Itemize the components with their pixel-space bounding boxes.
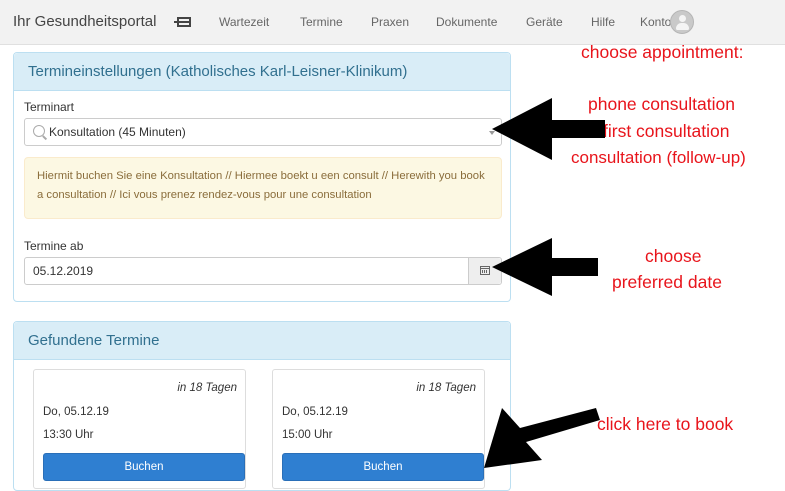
annotation-option-first: first consultation [603, 121, 730, 141]
appointment-time: 13:30 Uhr [43, 429, 94, 441]
settings-panel-title: Termineinstellungen (Katholisches Karl-L… [14, 53, 510, 91]
nav-item-hilfe[interactable]: Hilfe [591, 15, 615, 29]
date-from-value: 05.12.2019 [33, 264, 94, 278]
found-appointments-panel: Gefundene Termine in 18 Tagen Do, 05.12.… [13, 321, 511, 491]
appointment-date: Do, 05.12.19 [282, 406, 348, 418]
arrow-to-date-input [492, 238, 598, 296]
nav-item-geraete[interactable]: Geräte [526, 15, 563, 29]
menu-toggle-icon[interactable] [174, 17, 191, 27]
nav-item-praxen[interactable]: Praxen [371, 15, 409, 29]
nav-item-konto[interactable]: Konto [640, 15, 671, 29]
calendar-icon [480, 266, 490, 275]
search-icon [33, 125, 45, 137]
found-appointments-title: Gefundene Termine [14, 322, 510, 360]
annotation-choose: choose [645, 246, 702, 266]
settings-panel: Termineinstellungen (Katholisches Karl-L… [13, 52, 511, 302]
appointment-date: Do, 05.12.19 [43, 406, 109, 418]
annotation-preferred-date: preferred date [612, 272, 722, 292]
appointment-card: in 18 Tagen Do, 05.12.19 13:30 Uhr Buche… [33, 369, 246, 489]
user-avatar-icon[interactable] [670, 10, 694, 34]
nav-item-termine[interactable]: Termine [300, 15, 343, 29]
date-from-label: Termine ab [24, 239, 84, 253]
nav-item-wartezeit[interactable]: Wartezeit [219, 15, 269, 29]
nav-item-dokumente[interactable]: Dokumente [436, 15, 497, 29]
date-from-input[interactable]: 05.12.2019 [24, 257, 502, 285]
arrow-to-type-select [492, 98, 605, 160]
appointment-time: 15:00 Uhr [282, 429, 333, 441]
booking-notice: Hiermit buchen Sie eine Konsultation // … [24, 157, 502, 219]
annotation-option-phone: phone consultation [588, 94, 735, 114]
arrow-to-book-button [484, 408, 600, 468]
book-button[interactable]: Buchen [43, 453, 245, 481]
appointment-type-select[interactable]: Konsultation (45 Minuten) [24, 118, 502, 146]
appointment-days-away: in 18 Tagen [177, 382, 237, 394]
appointment-card: in 18 Tagen Do, 05.12.19 15:00 Uhr Buche… [272, 369, 485, 489]
appointment-type-label: Terminart [24, 100, 75, 114]
appointment-type-value: Konsultation (45 Minuten) [49, 125, 186, 139]
book-button[interactable]: Buchen [282, 453, 484, 481]
annotation-choose-appointment: choose appointment: [581, 42, 744, 62]
brand-title[interactable]: Ihr Gesundheitsportal [13, 13, 156, 30]
appointment-days-away: in 18 Tagen [416, 382, 476, 394]
top-navbar: Ihr Gesundheitsportal Wartezeit Termine … [0, 0, 785, 45]
annotation-click-to-book: click here to book [597, 414, 734, 434]
